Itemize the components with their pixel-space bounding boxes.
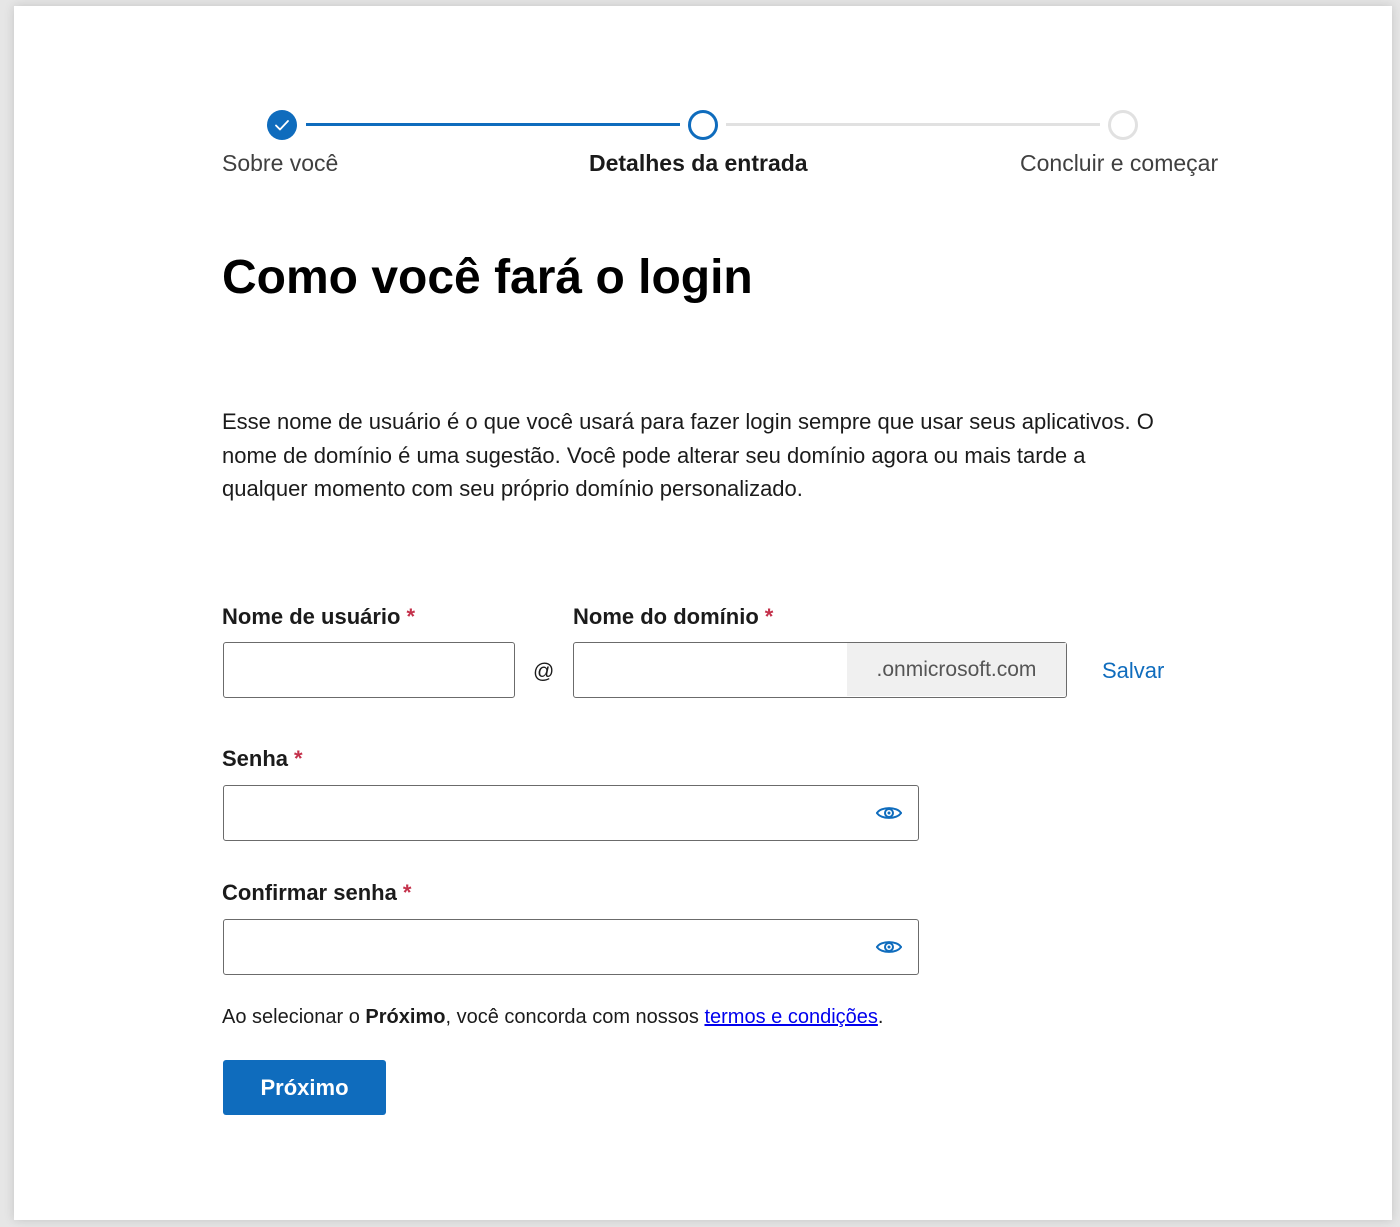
domain-label-text: Nome do domínio [573,604,759,629]
step-2-indicator [688,110,718,140]
terms-suffix: . [877,1006,884,1028]
page-title: Como você fará o login [222,251,753,304]
username-label: Nome de usuário * [222,604,415,630]
required-marker: * [402,880,412,905]
confirm-password-input[interactable] [223,919,919,975]
terms-bold: Próximo [365,1006,446,1028]
terms-link[interactable]: termos e condições [704,1006,877,1028]
terms-prefix: Ao selecionar o [222,1006,366,1028]
required-marker: * [764,604,774,629]
confirm-password-label-text: Confirmar senha [222,880,397,905]
step-2-label: Detalhes da entrada [589,150,808,176]
password-input[interactable] [223,785,919,841]
at-sign: @ [533,660,555,683]
username-input[interactable] [223,642,515,698]
password-label: Senha * [222,746,303,772]
required-marker: * [294,746,303,771]
step-3-label: Concluir e começar [1020,150,1219,176]
confirm-password-label: Confirmar senha * [222,880,411,906]
step-1-indicator [267,110,297,140]
eye-icon [876,807,902,819]
step-1-label: Sobre você [222,150,339,176]
next-button[interactable]: Próximo [223,1060,386,1115]
page-description: Esse nome de usuário é o que você usará … [222,409,1154,501]
progress-stepper: Sobre você Detalhes da entrada Concluir … [0,0,1400,200]
domain-suffix: .onmicrosoft.com [847,643,1066,696]
username-label-text: Nome de usuário [222,604,401,629]
check-icon [275,119,289,130]
domain-label: Nome do domínio * [573,604,773,630]
required-marker: * [406,604,416,629]
terms-notice: Ao selecionar o Próximo, você concorda c… [222,1006,883,1029]
password-label-text: Senha [222,746,289,771]
domain-field: .onmicrosoft.com [573,642,1067,698]
stepper-line-complete [306,123,680,126]
show-password-toggle[interactable] [875,803,903,823]
show-confirm-password-toggle[interactable] [875,937,903,957]
terms-middle: , você concorda com nossos [445,1006,705,1028]
eye-icon [876,941,902,953]
domain-input[interactable] [574,643,846,696]
step-3-indicator [1108,110,1138,140]
save-domain-link[interactable]: Salvar [1102,658,1164,684]
stepper-line-pending [726,123,1100,126]
